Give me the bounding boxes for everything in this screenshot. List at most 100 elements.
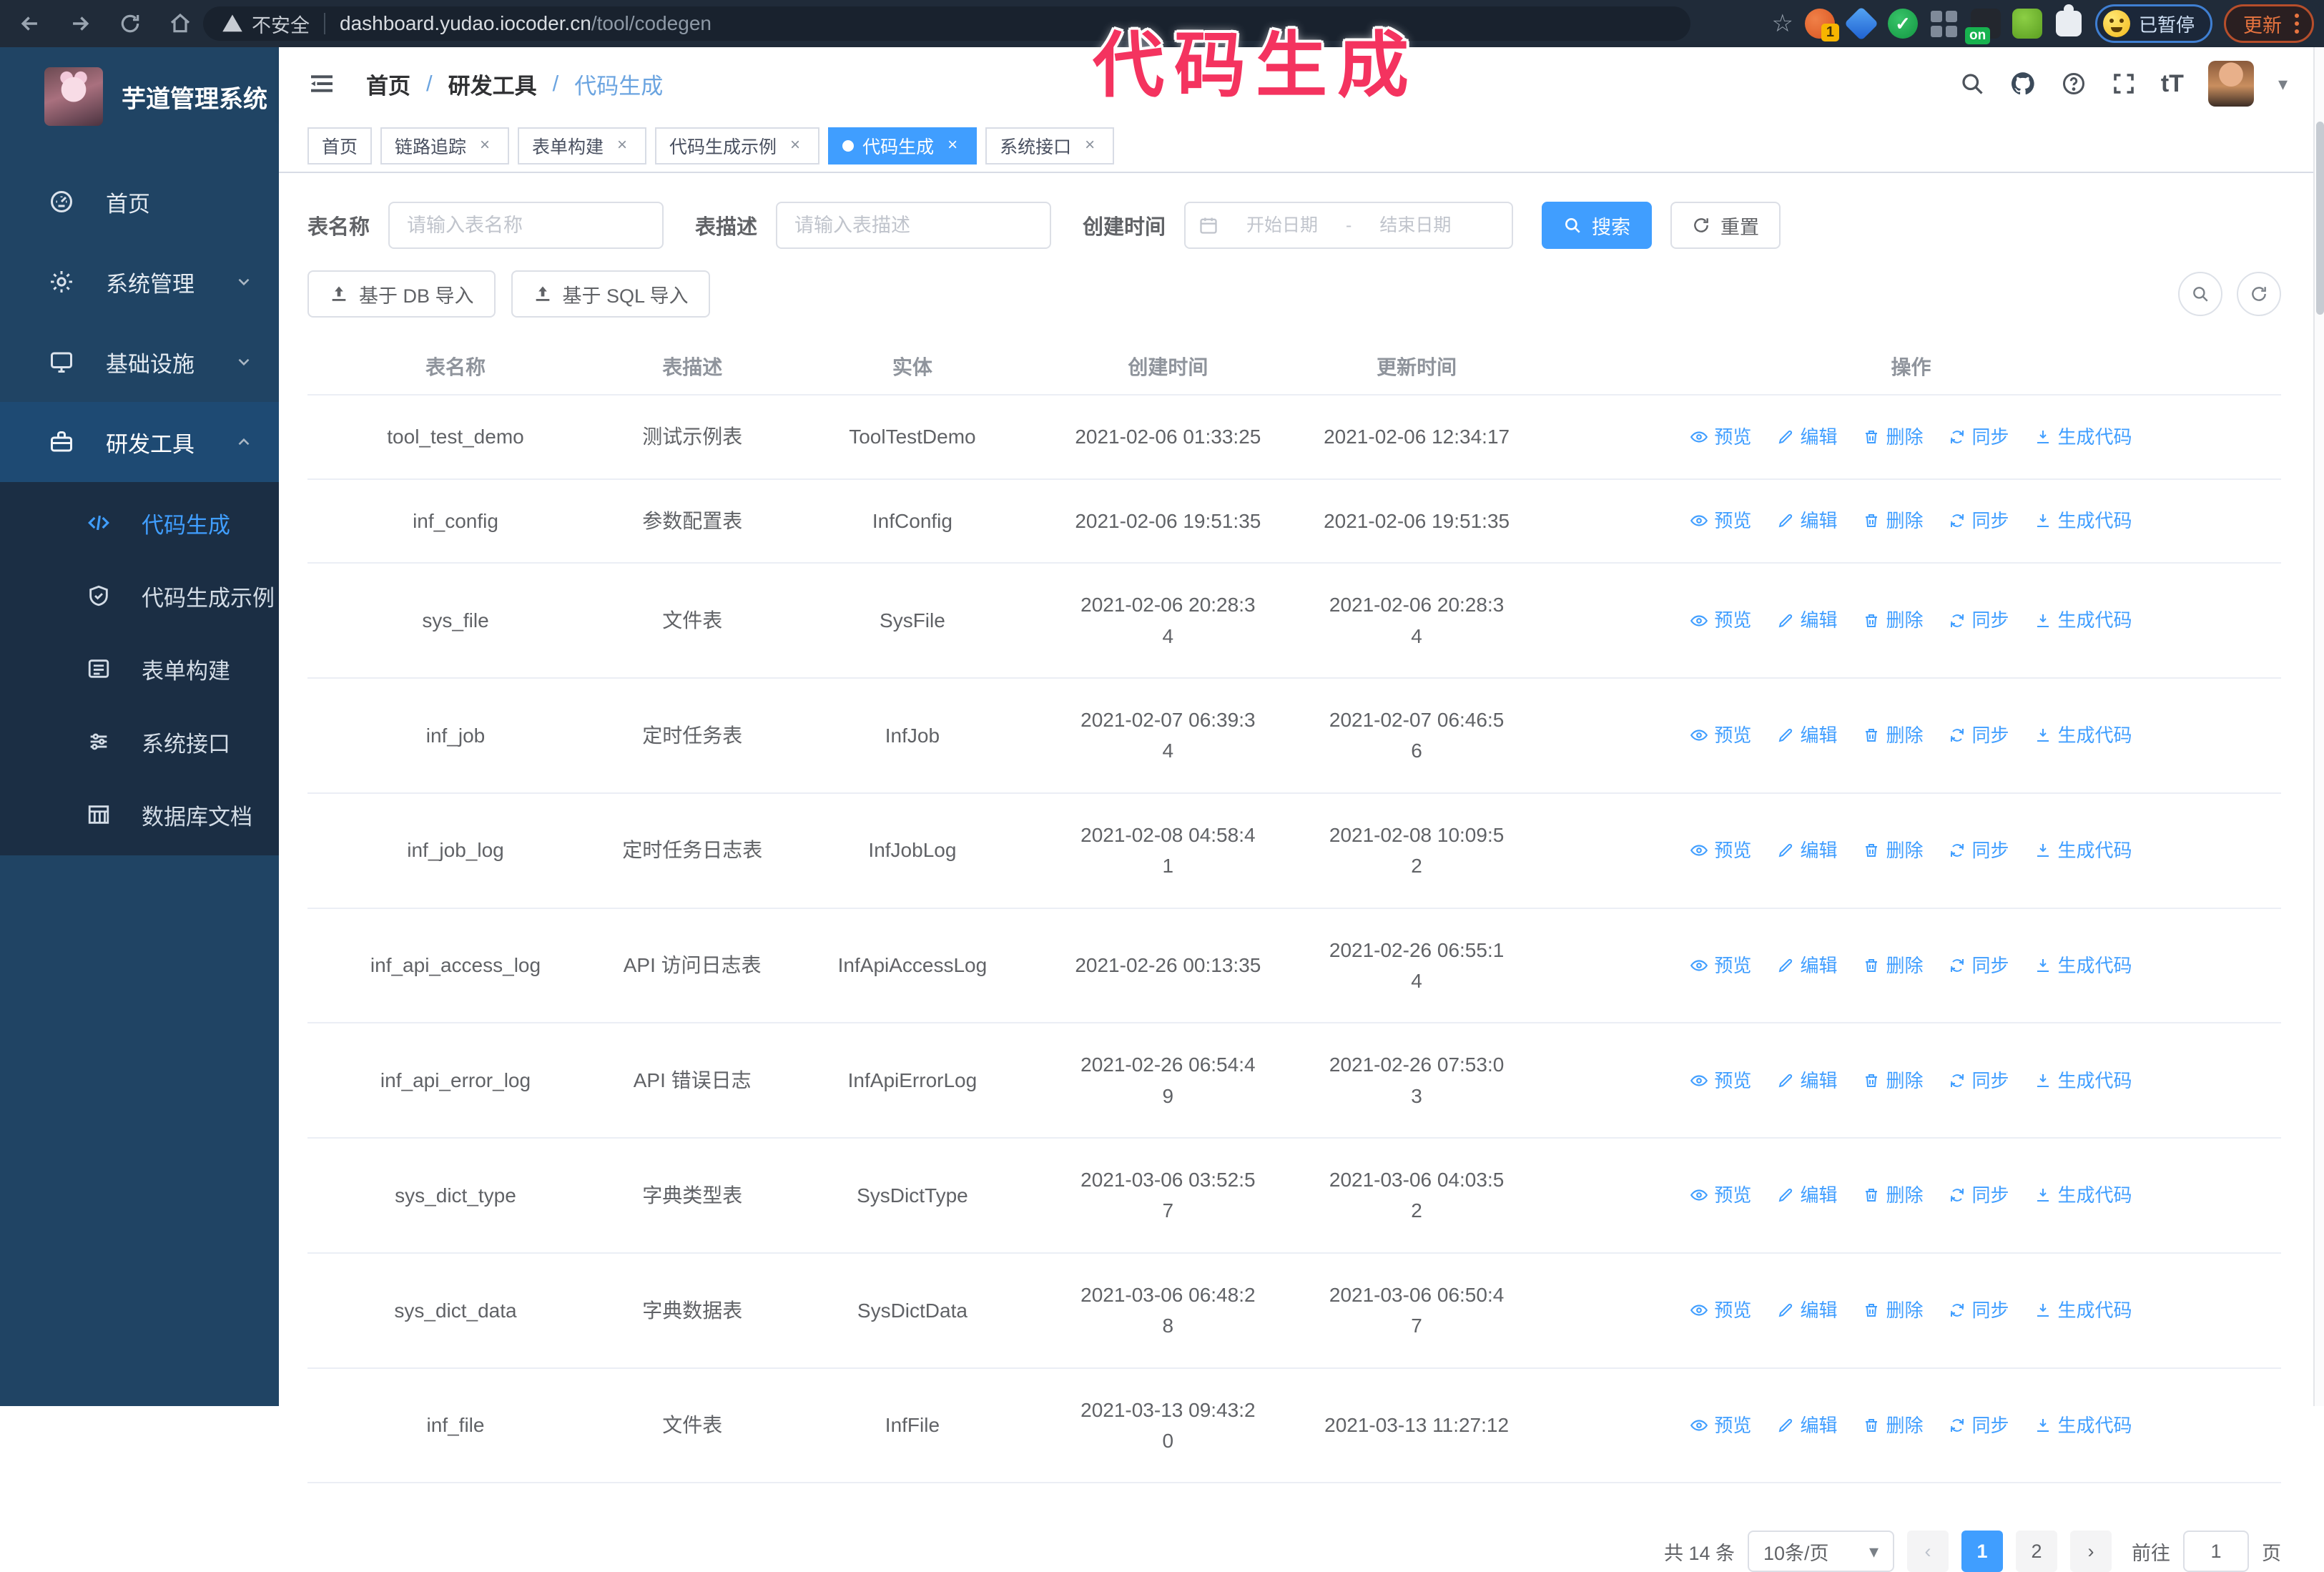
tab-close-icon[interactable]: × [1080, 136, 1100, 156]
sidebar-item-db-doc[interactable]: 数据库文档 [0, 778, 279, 851]
view-tab[interactable]: 表单构建 × [518, 127, 646, 164]
page-button-2[interactable]: 2 [2016, 1531, 2057, 1572]
generate-code-action-link[interactable]: 生成代码 [2034, 606, 2132, 634]
tab-close-icon[interactable]: × [942, 136, 962, 156]
preview-action-link[interactable]: 预览 [1690, 1181, 1751, 1209]
import-from-sql-button[interactable]: 基于 SQL 导入 [511, 270, 710, 318]
sync-action-link[interactable]: 同步 [1949, 1066, 2009, 1095]
sync-action-link[interactable]: 同步 [1949, 836, 2009, 865]
sync-action-link[interactable]: 同步 [1949, 423, 2009, 451]
delete-action-link[interactable]: 删除 [1863, 721, 1923, 750]
browser-reload-button[interactable] [110, 4, 150, 44]
next-page-button[interactable]: › [2070, 1531, 2112, 1572]
sync-action-link[interactable]: 同步 [1949, 606, 2009, 634]
sidebar-item-codegen[interactable]: 代码生成 [0, 486, 279, 559]
fullscreen-button[interactable] [2111, 71, 2137, 97]
reset-button[interactable]: 重置 [1670, 202, 1781, 249]
view-tab[interactable]: 代码生成示例 × [655, 127, 819, 164]
tab-close-icon[interactable]: × [785, 136, 805, 156]
start-date-input[interactable] [1229, 215, 1336, 236]
generate-code-action-link[interactable]: 生成代码 [2034, 721, 2132, 750]
end-date-input[interactable] [1362, 215, 1469, 236]
edit-action-link[interactable]: 编辑 [1777, 423, 1837, 451]
sidebar-item-system[interactable]: 系统管理 [0, 242, 279, 322]
delete-action-link[interactable]: 删除 [1863, 1296, 1923, 1325]
user-avatar[interactable] [2208, 61, 2254, 107]
header-search-button[interactable] [1959, 71, 1985, 97]
generate-code-action-link[interactable]: 生成代码 [2034, 423, 2132, 451]
sidebar-collapse-button[interactable] [307, 69, 336, 98]
profile-paused-badge[interactable]: 已暂停 [2095, 4, 2212, 43]
page-button-1[interactable]: 1 [1961, 1531, 2003, 1572]
import-from-db-button[interactable]: 基于 DB 导入 [307, 270, 496, 318]
generate-code-action-link[interactable]: 生成代码 [2034, 1066, 2132, 1095]
preview-action-link[interactable]: 预览 [1690, 506, 1751, 535]
delete-action-link[interactable]: 删除 [1863, 836, 1923, 865]
tab-close-icon[interactable]: × [475, 136, 495, 156]
github-link[interactable] [2009, 70, 2037, 97]
table-name-input[interactable] [388, 202, 664, 249]
delete-action-link[interactable]: 删除 [1863, 423, 1923, 451]
extension-icon-check[interactable]: ✓ [1888, 9, 1918, 39]
font-size-button[interactable]: tT [2161, 70, 2184, 98]
page-size-select[interactable]: 10条/页 ▾ [1748, 1531, 1894, 1572]
extension-icon-gem[interactable] [1846, 9, 1876, 39]
extension-icon-orange[interactable]: 1 [1805, 9, 1835, 39]
sidebar-item-form-builder[interactable]: 表单构建 [0, 632, 279, 705]
breadcrumb-home[interactable]: 首页 [366, 68, 410, 100]
goto-page-input[interactable] [2183, 1531, 2249, 1572]
sidebar-item-devtools[interactable]: 研发工具 [0, 402, 279, 482]
sidebar-item-codegen-example[interactable]: 代码生成示例 [0, 559, 279, 632]
avatar-caret-down-icon[interactable]: ▾ [2278, 73, 2288, 95]
sync-action-link[interactable]: 同步 [1949, 721, 2009, 750]
preview-action-link[interactable]: 预览 [1690, 423, 1751, 451]
refresh-table-button[interactable] [2237, 272, 2281, 316]
view-tab[interactable]: 代码生成 × [828, 127, 977, 164]
delete-action-link[interactable]: 删除 [1863, 1066, 1923, 1095]
delete-action-link[interactable]: 删除 [1863, 951, 1923, 980]
edit-action-link[interactable]: 编辑 [1777, 506, 1837, 535]
sidebar-item-system-api[interactable]: 系统接口 [0, 705, 279, 778]
extension-icon-robot[interactable] [2012, 9, 2042, 39]
tab-close-icon[interactable]: × [612, 136, 632, 156]
app-logo-row[interactable]: 芋道管理系统 [0, 47, 279, 143]
preview-action-link[interactable]: 预览 [1690, 951, 1751, 980]
page-scrollbar[interactable] [2313, 47, 2324, 1406]
edit-action-link[interactable]: 编辑 [1777, 1411, 1837, 1440]
preview-action-link[interactable]: 预览 [1690, 836, 1751, 865]
edit-action-link[interactable]: 编辑 [1777, 1296, 1837, 1325]
extension-icon-dark[interactable]: on [1971, 9, 2001, 39]
edit-action-link[interactable]: 编辑 [1777, 721, 1837, 750]
help-button[interactable] [2061, 71, 2087, 97]
delete-action-link[interactable]: 删除 [1863, 1181, 1923, 1209]
delete-action-link[interactable]: 删除 [1863, 1411, 1923, 1440]
address-bar[interactable]: 不安全 dashboard.yudao.iocoder.cn/tool/code… [203, 6, 1690, 41]
edit-action-link[interactable]: 编辑 [1777, 836, 1837, 865]
generate-code-action-link[interactable]: 生成代码 [2034, 506, 2132, 535]
preview-action-link[interactable]: 预览 [1690, 1411, 1751, 1440]
generate-code-action-link[interactable]: 生成代码 [2034, 951, 2132, 980]
preview-action-link[interactable]: 预览 [1690, 1296, 1751, 1325]
table-desc-input[interactable] [776, 202, 1051, 249]
delete-action-link[interactable]: 删除 [1863, 506, 1923, 535]
edit-action-link[interactable]: 编辑 [1777, 606, 1837, 634]
bookmark-star-icon[interactable]: ☆ [1772, 9, 1793, 38]
sync-action-link[interactable]: 同步 [1949, 951, 2009, 980]
sidebar-item-home[interactable]: 首页 [0, 162, 279, 242]
generate-code-action-link[interactable]: 生成代码 [2034, 836, 2132, 865]
edit-action-link[interactable]: 编辑 [1777, 1181, 1837, 1209]
breadcrumb-devtools[interactable]: 研发工具 [448, 68, 537, 100]
sidebar-item-infra[interactable]: 基础设施 [0, 322, 279, 402]
browser-back-button[interactable] [10, 4, 50, 44]
toggle-search-button[interactable] [2178, 272, 2222, 316]
generate-code-action-link[interactable]: 生成代码 [2034, 1296, 2132, 1325]
sync-action-link[interactable]: 同步 [1949, 1411, 2009, 1440]
delete-action-link[interactable]: 删除 [1863, 606, 1923, 634]
edit-action-link[interactable]: 编辑 [1777, 951, 1837, 980]
preview-action-link[interactable]: 预览 [1690, 606, 1751, 634]
view-tab[interactable]: 系统接口 × [985, 127, 1114, 164]
browser-menu-dots-icon[interactable] [2295, 14, 2299, 34]
browser-forward-button[interactable] [60, 4, 100, 44]
generate-code-action-link[interactable]: 生成代码 [2034, 1181, 2132, 1209]
sync-action-link[interactable]: 同步 [1949, 1296, 2009, 1325]
